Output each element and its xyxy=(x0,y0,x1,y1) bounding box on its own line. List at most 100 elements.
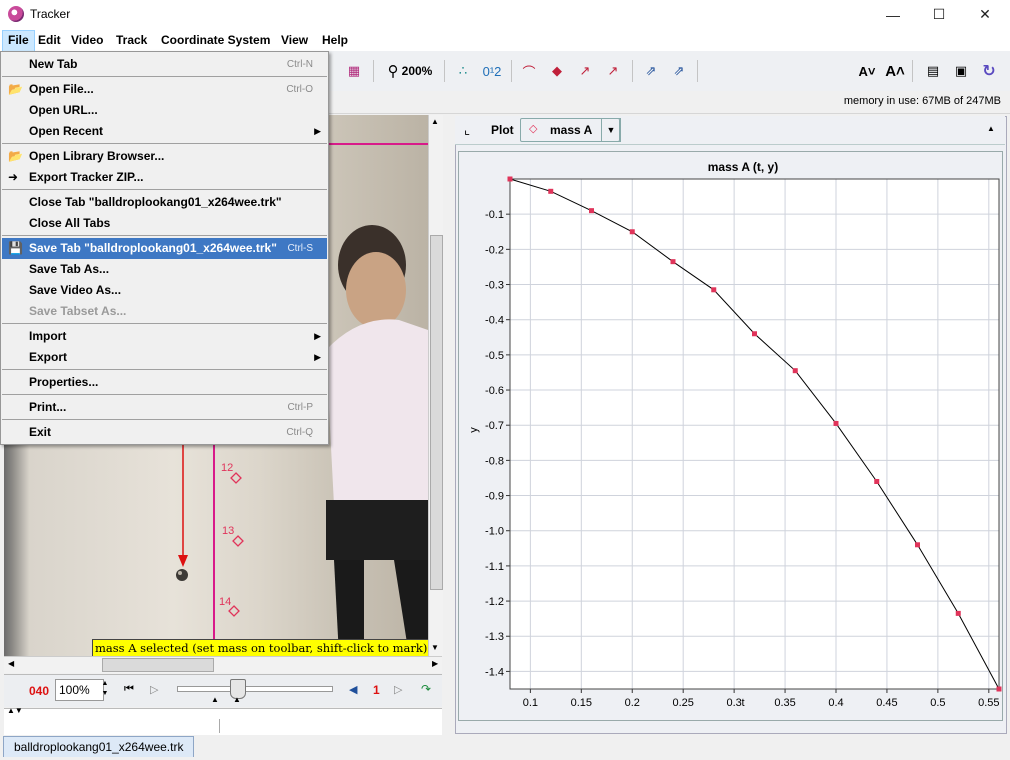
scroll-left-icon[interactable]: ◀ xyxy=(8,659,14,668)
menu-item-label: Save Tab "balldroplookang01_x264wee.trk" xyxy=(29,241,277,255)
menu-help[interactable]: Help xyxy=(317,30,353,50)
loop-icon[interactable]: ↷ xyxy=(421,682,431,696)
menu-item-shortcut: Ctrl-O xyxy=(286,84,313,95)
scroll-up-icon[interactable]: ▲ xyxy=(431,117,439,126)
menu-item-label: Open Recent xyxy=(29,124,104,138)
menu-coordinate-system[interactable]: Coordinate System xyxy=(156,30,275,50)
menu-item-export[interactable]: Export ▶ xyxy=(2,347,327,368)
zoom-spinner[interactable]: ▲ ▼ xyxy=(100,679,110,700)
calibration-icon[interactable]: ▦ xyxy=(343,61,365,81)
refresh-icon[interactable]: ↻ xyxy=(978,61,1000,81)
frame-marker-label: 12 xyxy=(221,462,234,474)
data-point xyxy=(589,208,594,214)
menu-item-properties[interactable]: Properties... xyxy=(2,372,327,393)
y-tick-label: -0.1 xyxy=(485,209,504,221)
track-dropdown-arrow-icon[interactable]: ▼ xyxy=(601,118,621,142)
scroll-right-icon[interactable]: ▶ xyxy=(432,659,438,668)
menu-item-shortcut: Ctrl-Q xyxy=(286,427,313,438)
menu-view[interactable]: View xyxy=(276,30,313,50)
menu-file[interactable]: File xyxy=(2,30,35,52)
data-point xyxy=(996,686,1002,692)
video-vscroll-thumb[interactable] xyxy=(430,235,443,590)
menu-item-open-url[interactable]: Open URL... xyxy=(2,100,327,121)
menu-item-print[interactable]: Print... Ctrl-P xyxy=(2,397,327,418)
menu-item-label: Open File... xyxy=(29,82,94,96)
menu-item-save-tab-as[interactable]: Save Tab As... xyxy=(2,259,327,280)
menu-item-shortcut: Ctrl-N xyxy=(286,59,313,70)
collapse-plot-icon[interactable]: ▲ xyxy=(987,124,995,133)
x-axis-label: t xyxy=(741,697,744,709)
zoom-button[interactable]: ⚲ 200% xyxy=(381,61,439,81)
minimize-button[interactable]: — xyxy=(870,0,916,29)
step-back-icon[interactable]: ◀ xyxy=(349,683,357,696)
end-marker-icon: ▲ xyxy=(233,695,241,704)
acceleration-icon[interactable]: ↗ xyxy=(602,61,624,81)
menu-item-label: Print... xyxy=(29,400,67,414)
close-window-button[interactable]: ✕ xyxy=(962,0,1008,29)
menu-item-close-all-tabs[interactable]: Close All Tabs xyxy=(2,213,327,234)
description-icon[interactable]: ▣ xyxy=(950,61,972,81)
step-size[interactable]: 1 xyxy=(373,683,380,697)
menu-item-import[interactable]: Import ▶ xyxy=(2,326,327,347)
frame-slider[interactable] xyxy=(177,686,333,692)
notes-icon[interactable]: ▤ xyxy=(922,61,944,81)
menu-item-export-tracker-zip[interactable]: ➜ Export Tracker ZIP... xyxy=(2,167,327,188)
velocity-icon[interactable]: ↗ xyxy=(574,61,596,81)
menu-separator xyxy=(2,143,327,144)
go-to-start-icon[interactable]: ⏮ xyxy=(124,683,134,696)
x-tick-label: 0.15 xyxy=(571,697,592,709)
autotracker-icon[interactable]: ∴ xyxy=(452,61,474,81)
menu-item-label: Properties... xyxy=(29,375,99,389)
y-tick-label: -0.7 xyxy=(485,420,504,432)
menu-video[interactable]: Video xyxy=(66,30,108,50)
x-tick-label: 0.45 xyxy=(876,697,897,709)
video-vertical-scrollbar[interactable]: ▲ ▼ xyxy=(428,115,443,656)
menu-item-open-file[interactable]: 📂 Open File... Ctrl-O xyxy=(2,79,327,100)
step-forward-icon[interactable]: ▷ xyxy=(394,683,402,696)
vector-sum-icon[interactable]: ⇗ xyxy=(640,61,662,81)
y-tick-label: -1.2 xyxy=(485,596,504,608)
scroll-down-icon[interactable]: ▼ xyxy=(431,643,439,652)
file-menu: New Tab Ctrl-N 📂 Open File... Ctrl-O Open URL… xyxy=(0,51,329,445)
toolbar-separator xyxy=(697,60,698,82)
video-horizontal-scrollbar[interactable]: ◀ ▶ xyxy=(4,656,442,673)
library-folder-icon: 📂 xyxy=(8,149,23,163)
data-point xyxy=(915,542,920,548)
menu-track[interactable]: Track xyxy=(111,30,152,50)
menu-item-close-tab-balldroplookang01-x264wee-trk[interactable]: Close Tab "balldroplookang01_x264wee.trk… xyxy=(2,192,327,213)
menu-item-save-video-as[interactable]: Save Video As... xyxy=(2,280,327,301)
magnifier-icon: ⚲ xyxy=(387,63,399,80)
menu-item-label: Open URL... xyxy=(29,103,98,117)
menu-item-save-tab-balldroplookang01-x264wee-trk[interactable]: 💾 Save Tab "balldroplookang01_x264wee.trk… xyxy=(2,238,327,259)
x-tick-label: 0.35 xyxy=(774,697,795,709)
y-tick-label: -1.3 xyxy=(485,631,504,643)
path-icon[interactable]: ⌒ xyxy=(518,61,540,81)
coordinate-icon[interactable]: 0¹2 xyxy=(480,61,504,81)
menu-item-label: Close All Tabs xyxy=(29,216,111,230)
menu-item-label: Export xyxy=(29,350,68,364)
data-point xyxy=(548,188,554,194)
title-bar xyxy=(0,0,1010,29)
plot-button[interactable]: Plot xyxy=(491,123,514,137)
menu-item-exit[interactable]: Exit Ctrl-Q xyxy=(2,422,327,443)
font-larger-button[interactable]: A˄ xyxy=(884,61,906,81)
position-marker-icon[interactable]: ◆ xyxy=(546,61,568,81)
menu-item-new-tab[interactable]: New Tab Ctrl-N xyxy=(2,54,327,75)
submenu-arrow-icon: ▶ xyxy=(314,331,321,341)
collapse-icon[interactable]: ▲▼ xyxy=(7,706,23,715)
data-point xyxy=(833,420,839,426)
font-smaller-button[interactable]: A˅ xyxy=(856,61,878,81)
zoom-field[interactable]: 100% xyxy=(55,679,104,701)
video-hscroll-thumb[interactable] xyxy=(102,658,214,672)
play-icon[interactable]: ▷ xyxy=(150,683,158,696)
plot-canvas[interactable]: 0.1 0.15 0.2 0.25 0.3 0.35 0.4 0.45 0.5 0.55 -0.1 -… xyxy=(458,151,1003,721)
momentum-icon[interactable]: ⇗ xyxy=(668,61,690,81)
menu-item-open-library-browser[interactable]: 📂 Open Library Browser... xyxy=(2,146,327,167)
tab-document[interactable]: balldroplookang01_x264wee.trk xyxy=(3,736,195,757)
y-axis-label: y xyxy=(468,427,480,433)
menu-edit[interactable]: Edit xyxy=(33,30,66,50)
menu-item-label: Import xyxy=(29,329,67,343)
menu-item-open-recent[interactable]: Open Recent ▶ xyxy=(2,121,327,142)
submenu-arrow-icon: ▶ xyxy=(314,352,321,362)
maximize-button[interactable]: ☐ xyxy=(916,0,962,29)
